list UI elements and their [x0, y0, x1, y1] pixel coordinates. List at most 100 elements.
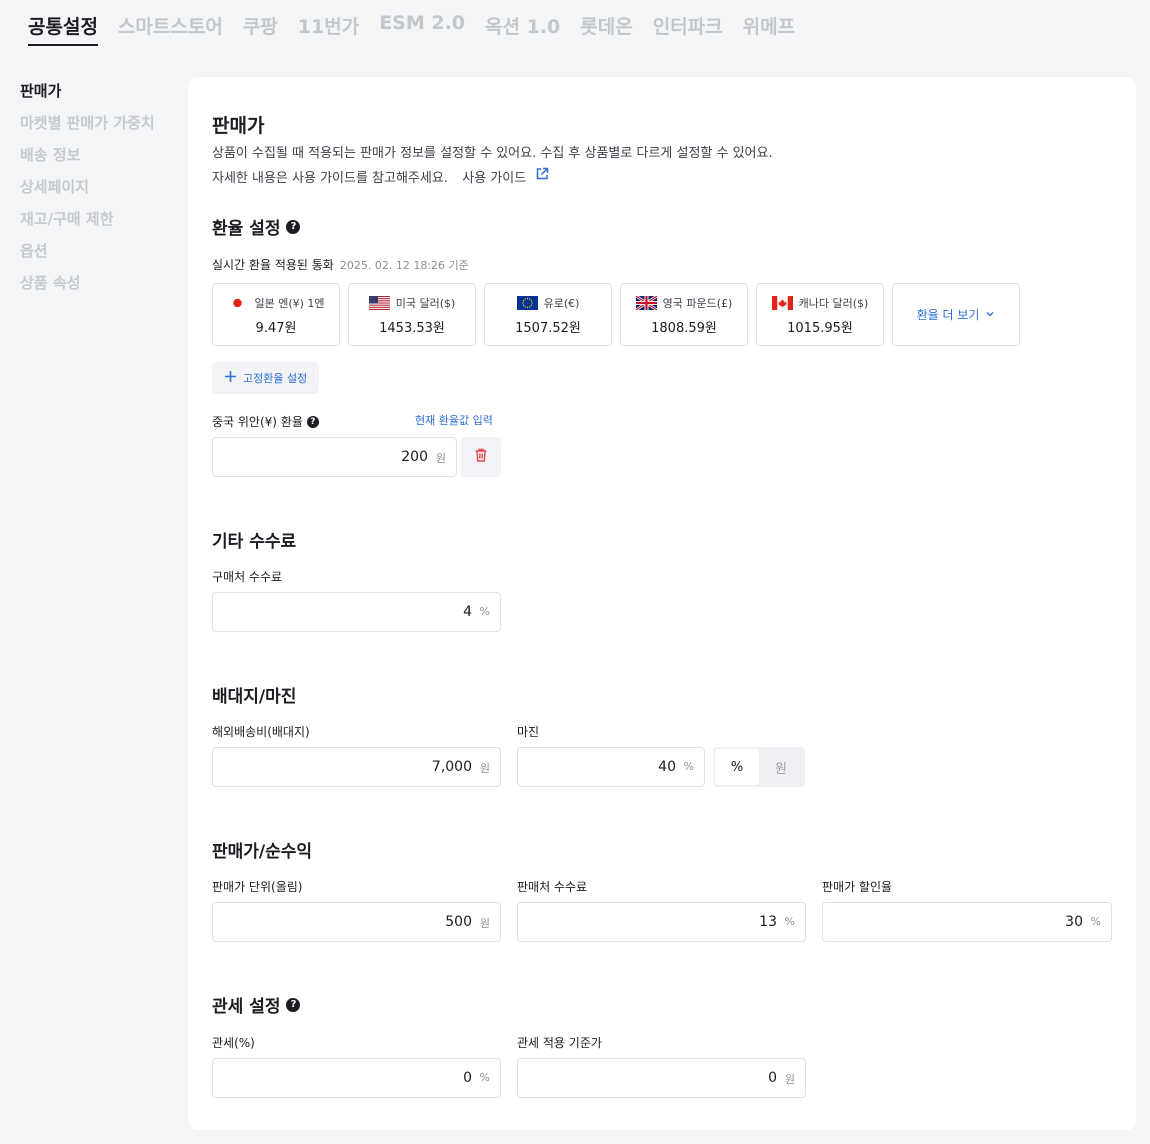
page-title: 판매가	[212, 115, 265, 137]
currency-name: 캐나다 달러($)	[798, 297, 869, 310]
side-item-attributes[interactable]: 상품 속성	[20, 272, 155, 304]
tab-wemakeprice[interactable]: 위메프	[743, 12, 795, 46]
margin-field[interactable]: %	[517, 747, 705, 787]
uk-flag-icon	[635, 296, 657, 310]
side-item-options[interactable]: 옵션	[20, 240, 155, 272]
currency-card-usd: 미국 달러($) 1453.53원	[348, 283, 476, 346]
description-text: 자세한 내용은 사용 가이드를 참고해주세요.	[212, 171, 448, 186]
discount-field[interactable]: %	[822, 902, 1112, 942]
currency-value: 1453.53원	[379, 321, 445, 336]
external-link-icon	[534, 166, 550, 191]
toggle-percent[interactable]: %	[715, 749, 759, 785]
margin-label: 마진	[517, 725, 540, 739]
shipping-fee-field[interactable]: 원	[212, 747, 501, 787]
guide-link[interactable]: 사용 가이드	[462, 167, 550, 186]
exchange-timestamp: 2025. 02. 12 18:26 기준	[339, 259, 469, 272]
customs-section-title: 관세 설정 ?	[212, 992, 301, 1017]
buy-fee-input[interactable]	[223, 593, 472, 631]
cny-unit: 원	[435, 452, 446, 465]
price-unit-field[interactable]: 원	[212, 902, 501, 942]
fees-section-title: 기타 수수료	[212, 532, 297, 552]
current-rate-link[interactable]: 현재 환율값 입력	[415, 412, 493, 428]
price-section-title: 판매가/순수익	[212, 842, 313, 862]
canada-flag-icon	[771, 296, 793, 310]
shipping-fee-input[interactable]	[223, 748, 472, 786]
help-icon[interactable]: ?	[306, 415, 319, 428]
sell-fee-unit: %	[784, 915, 795, 928]
top-tab-bar: 공통설정 스마트스토어 쿠팡 11번가 ESM 2.0 옥션 1.0 롯데온 인…	[28, 12, 815, 46]
help-icon[interactable]: ?	[286, 219, 301, 234]
toggle-won[interactable]: 원	[759, 749, 803, 785]
customs-title-label: 관세 설정	[212, 997, 281, 1017]
currency-card-cad: 캐나다 달러($) 1015.95원	[756, 283, 884, 346]
shipping-fee-unit: 원	[479, 762, 490, 775]
tab-lotteon[interactable]: 롯데온	[580, 12, 632, 46]
price-unit-input[interactable]	[223, 903, 472, 941]
settings-card: 판매가 상품이 수집될 때 적용되는 판매가 정보를 설정할 수 있어요. 수집…	[188, 77, 1136, 1130]
margin-section-title: 배대지/마진	[212, 687, 297, 707]
currency-name: 일본 엔(¥) 1엔	[254, 297, 325, 310]
tab-coupang[interactable]: 쿠팡	[243, 12, 278, 46]
fixed-exchange-button[interactable]: 고정환율 설정	[212, 362, 320, 394]
tab-11st[interactable]: 11번가	[298, 12, 359, 46]
tab-interpark[interactable]: 인터파크	[653, 12, 723, 46]
customs-rate-unit: %	[479, 1071, 490, 1084]
currency-name: 유로(€)	[543, 297, 580, 310]
eu-flag-icon	[516, 296, 538, 310]
currency-value: 1808.59원	[651, 321, 717, 336]
sell-fee-label: 판매처 수수료	[517, 880, 588, 894]
currency-card-eur: 유로(€) 1507.52원	[484, 283, 612, 346]
help-icon[interactable]: ?	[286, 997, 301, 1012]
cny-rate-field[interactable]: 원	[212, 437, 457, 477]
discount-input[interactable]	[833, 903, 1083, 941]
customs-base-field[interactable]: 원	[517, 1058, 806, 1098]
cny-label-row: 중국 위안(¥) 환율 ?	[212, 413, 319, 430]
exchange-title-label: 환율 설정	[212, 219, 281, 239]
japan-flag-icon	[227, 296, 249, 310]
more-exchange-button[interactable]: 환율 더 보기	[892, 283, 1020, 346]
cny-rate-input[interactable]	[223, 438, 428, 476]
side-item-stock-limit[interactable]: 재고/구매 제한	[20, 208, 155, 240]
exchange-section-title: 환율 설정 ?	[212, 214, 301, 239]
currency-card-gbp: 영국 파운드(£) 1808.59원	[620, 283, 748, 346]
cny-label: 중국 위안(¥) 환율	[212, 415, 303, 429]
margin-input[interactable]	[528, 748, 676, 786]
currency-value: 9.47원	[255, 321, 297, 336]
customs-base-input[interactable]	[528, 1059, 777, 1097]
customs-base-label: 관세 적용 기준가	[517, 1036, 602, 1050]
currency-name: 영국 파운드(£)	[662, 297, 733, 310]
side-item-shipping[interactable]: 배송 정보	[20, 144, 155, 176]
discount-unit: %	[1090, 915, 1101, 928]
side-item-detail-page[interactable]: 상세페이지	[20, 176, 155, 208]
delete-rate-button[interactable]	[461, 437, 501, 477]
side-item-market-weight[interactable]: 마켓별 판매가 가중치	[20, 112, 155, 144]
tab-common-settings[interactable]: 공통설정	[28, 12, 98, 46]
price-unit-label: 판매가 단위(올림)	[212, 880, 303, 894]
customs-rate-field[interactable]: %	[212, 1058, 501, 1098]
tab-smartstore[interactable]: 스마트스토어	[118, 12, 223, 46]
tab-esm[interactable]: ESM 2.0	[379, 12, 465, 46]
price-unit-unit: 원	[479, 917, 490, 930]
currency-name: 미국 달러($)	[395, 297, 456, 310]
tab-auction[interactable]: 옥션 1.0	[485, 12, 560, 46]
buy-fee-field[interactable]: %	[212, 592, 501, 632]
customs-rate-input[interactable]	[223, 1059, 472, 1097]
buy-fee-label: 구매처 수수료	[212, 570, 283, 584]
buy-fee-unit: %	[479, 605, 490, 618]
usa-flag-icon	[368, 296, 390, 310]
currency-card-jpy: 일본 엔(¥) 1엔 9.47원	[212, 283, 340, 346]
margin-unit-toggle: % 원	[713, 747, 805, 787]
page-description: 상품이 수집될 때 적용되는 판매가 정보를 설정할 수 있어요. 수집 후 상…	[212, 142, 773, 191]
sell-fee-input[interactable]	[528, 903, 777, 941]
side-item-price[interactable]: 판매가	[20, 80, 155, 112]
currency-value: 1507.52원	[515, 321, 581, 336]
sell-fee-field[interactable]: %	[517, 902, 806, 942]
customs-base-unit: 원	[784, 1073, 795, 1086]
more-exchange-label: 환율 더 보기	[916, 308, 980, 322]
discount-label: 판매가 할인율	[822, 880, 893, 894]
fixed-exchange-label: 고정환율 설정	[243, 372, 308, 385]
realtime-currency-label: 실시간 환율 적용된 통화 2025. 02. 12 18:26 기준	[212, 256, 469, 273]
side-nav: 판매가 마켓별 판매가 가중치 배송 정보 상세페이지 재고/구매 제한 옵션 …	[20, 80, 155, 304]
trash-icon	[473, 447, 489, 467]
description-line-1: 상품이 수집될 때 적용되는 판매가 정보를 설정할 수 있어요. 수집 후 상…	[212, 146, 773, 161]
